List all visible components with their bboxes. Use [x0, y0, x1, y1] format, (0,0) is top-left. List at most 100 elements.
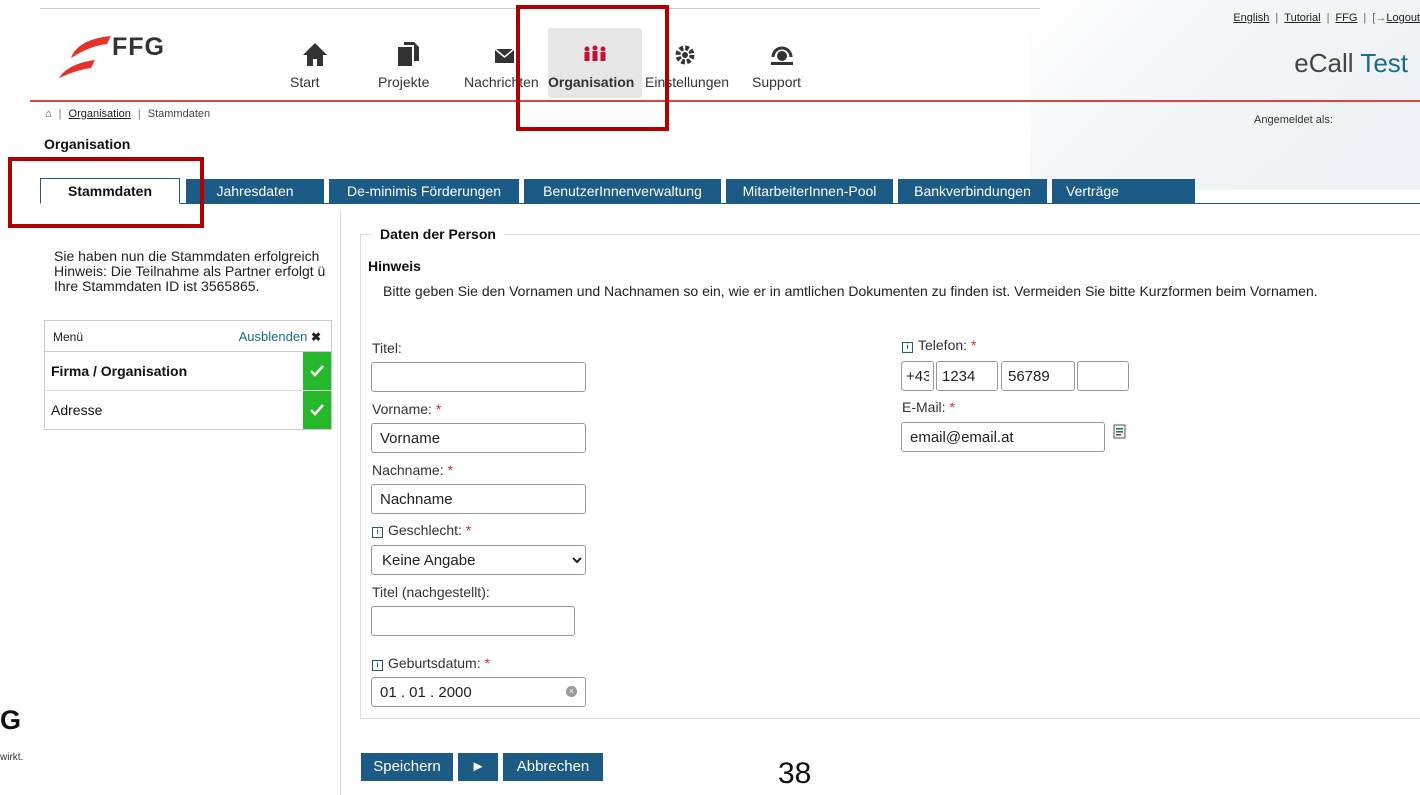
email-input[interactable] [901, 422, 1105, 452]
side-menu: Menü Ausblenden ✖ Firma / Organisation A… [44, 320, 332, 430]
header-divider [30, 100, 1420, 102]
link-ffg[interactable]: FFG [1335, 12, 1357, 24]
nachname-label: Nachname: * [372, 462, 453, 478]
info-icon[interactable]: i [902, 342, 913, 353]
side-menu-title: Menü [53, 330, 84, 344]
menu-item-label: Adresse [51, 402, 103, 418]
geburtsdatum-label: i Geburtsdatum: * [372, 655, 490, 671]
nachname-label-text: Nachname: [372, 462, 444, 478]
breadcrumb-stammdaten: Stammdaten [147, 108, 211, 120]
header-background [1030, 0, 1420, 190]
titel-label-text: Titel: [372, 340, 402, 356]
vorname-label-text: Vorname: [372, 401, 432, 417]
person-fieldset [360, 234, 1420, 719]
required-marker: * [447, 462, 453, 478]
link-english[interactable]: English [1233, 12, 1269, 24]
check-icon [303, 391, 331, 429]
success-line: Ihre Stammdaten ID ist 3565865. [54, 278, 260, 294]
footer-tagline: wirkt. [0, 752, 24, 763]
logged-in-label: Angemeldet als: [1254, 114, 1333, 126]
titel-input[interactable] [371, 362, 586, 392]
info-icon[interactable]: i [372, 527, 383, 538]
titel-nachgestellt-input[interactable] [371, 606, 575, 636]
titel-label: Titel: [372, 340, 402, 356]
titel-nachgestellt-label-text: Titel (nachgestellt): [372, 584, 490, 600]
content-divider [340, 210, 341, 795]
geschlecht-select[interactable]: Keine Angabe [371, 545, 586, 575]
telefon-label: i Telefon: * [902, 337, 976, 353]
hide-menu-button[interactable]: Ausblenden ✖ [239, 329, 321, 344]
fieldset-legend: Daten der Person [372, 226, 504, 242]
hint-title: Hinweis [368, 258, 421, 274]
tabs-baseline [40, 203, 1420, 204]
hint-text: Bitte geben Sie den Vornamen und Nachnam… [383, 283, 1318, 299]
required-marker: * [949, 399, 955, 415]
headset-icon [771, 46, 793, 65]
cancel-button[interactable]: Abbrechen [503, 753, 603, 781]
geschlecht-label: i Geschlecht: * [372, 522, 471, 538]
success-message: Sie haben nun die Stammdaten erfolgreich… [54, 249, 344, 294]
success-line: Sie haben nun die Stammdaten erfolgreich [54, 249, 320, 264]
page-title: Organisation [44, 136, 131, 152]
app-title: eCall Test [1294, 48, 1408, 79]
logo-text: FFG [112, 33, 165, 61]
telefon-label-text: Telefon: [918, 337, 968, 353]
email-label: E-Mail: * [902, 399, 955, 415]
telefon-extension-input[interactable] [1077, 361, 1129, 391]
tab-bankverbindungen[interactable]: Bankverbindungen [898, 179, 1047, 203]
titel-nachgestellt-label: Titel (nachgestellt): [372, 584, 490, 600]
nav-projekte-label: Projekte [378, 74, 430, 90]
tab-mitarbeiterinnen-pool[interactable]: MitarbeiterInnen-Pool [726, 179, 893, 203]
nav-projekte[interactable]: Projekte [378, 28, 438, 98]
tab-benutzerinnenverwaltung[interactable]: BenutzerInnenverwaltung [524, 179, 721, 203]
address-book-icon[interactable] [1112, 424, 1128, 440]
highlight-box-organisation [516, 5, 669, 131]
geburtsdatum-label-text: Geburtsdatum: [388, 655, 481, 671]
tab-jahresdaten[interactable]: Jahresdaten [186, 179, 324, 203]
tab-de-minimis[interactable]: De-minimis Förderungen [329, 179, 519, 203]
menu-item-adresse[interactable]: Adresse [45, 391, 331, 429]
close-icon: ✖ [310, 330, 321, 344]
link-tutorial[interactable]: Tutorial [1284, 12, 1320, 24]
nav-start[interactable]: Start [290, 28, 340, 98]
home-icon[interactable]: ⌂ [45, 108, 52, 120]
side-menu-header: Menü Ausblenden ✖ [45, 321, 331, 352]
vorname-label: Vorname: * [372, 401, 441, 417]
logout-icon: [→ [1372, 12, 1387, 24]
nav-support-label: Support [752, 74, 802, 90]
home-icon [303, 43, 327, 66]
footer-logo-fragment: G [0, 705, 22, 735]
menu-item-label: Firma / Organisation [51, 363, 188, 379]
save-button[interactable]: Speichern [361, 753, 453, 781]
email-label-text: E-Mail: [902, 399, 946, 415]
breadcrumb-organisation[interactable]: Organisation [69, 108, 131, 120]
geburtsdatum-input[interactable] [371, 677, 586, 707]
next-button[interactable]: ► [458, 753, 498, 781]
required-marker: * [484, 655, 490, 671]
nav-support[interactable]: Support [752, 28, 812, 98]
breadcrumb: ⌂ | Organisation | Stammdaten [45, 108, 211, 120]
telefon-country-input[interactable] [901, 361, 934, 391]
required-marker: * [435, 401, 442, 417]
telefon-number-input[interactable] [1001, 361, 1075, 391]
success-line: Hinweis: Die Teilnahme als Partner erfol… [54, 263, 326, 279]
telefon-area-input[interactable] [936, 361, 998, 391]
check-icon [303, 352, 331, 390]
tab-vertraege[interactable]: Verträge [1052, 179, 1195, 203]
page-number: 38 [778, 757, 812, 790]
nachname-input[interactable] [371, 484, 586, 514]
link-logout[interactable]: Logout [1386, 12, 1420, 24]
required-marker: * [465, 522, 472, 538]
hide-menu-label: Ausblenden [238, 329, 308, 344]
menu-item-firma[interactable]: Firma / Organisation [45, 352, 331, 391]
vorname-input[interactable] [371, 423, 586, 453]
nav-start-label: Start [290, 74, 320, 90]
geschlecht-label-text: Geschlecht: [388, 522, 462, 538]
app-title-prefix: eCall [1294, 48, 1354, 78]
info-icon[interactable]: i [372, 660, 383, 671]
required-marker: * [970, 337, 977, 353]
documents-icon [398, 42, 419, 66]
highlight-box-stammdaten [8, 157, 204, 228]
clear-date-icon[interactable]: × [566, 686, 577, 697]
top-links: English | Tutorial | FFG | [→Logout [1233, 12, 1420, 24]
